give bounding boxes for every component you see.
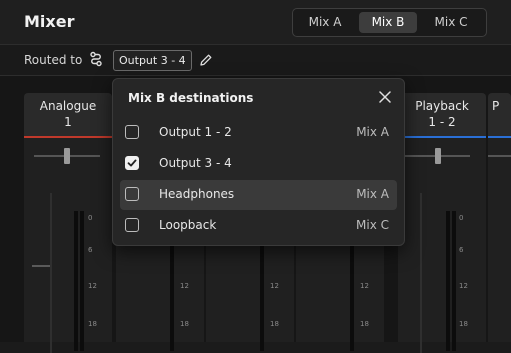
level-meter-right: [80, 211, 84, 351]
dropdown-title: Mix B destinations: [128, 91, 254, 105]
destination-mix-tag: Mix C: [356, 218, 389, 232]
meter-scale-label: 18: [270, 320, 279, 328]
channel-number: 1: [64, 115, 72, 129]
fader-track[interactable]: [420, 193, 422, 353]
channel-strip-analogue-1: Analogue 1 0 6 12 18: [24, 93, 112, 353]
destination-checkbox[interactable]: [125, 218, 139, 232]
channel-header[interactable]: Playback 1 - 2: [398, 93, 486, 136]
header-bar: Mixer Mix A Mix B Mix C: [0, 0, 511, 44]
tab-mix-a[interactable]: Mix A: [296, 12, 354, 33]
fader-handle[interactable]: [32, 265, 50, 267]
channel-name: Playback: [415, 99, 469, 113]
routed-output-chip[interactable]: Output 3 - 4: [113, 50, 192, 71]
destination-label: Headphones: [159, 187, 235, 201]
destination-mix-tag: Mix A: [356, 187, 389, 201]
channel-color-stripe: [488, 136, 511, 138]
channel-color-stripe: [24, 136, 112, 138]
meter-scale-label: 12: [459, 282, 468, 290]
destination-item-output-1-2[interactable]: Output 1 - 2 Mix A: [120, 118, 397, 148]
destination-label: Loopback: [159, 218, 217, 232]
meter-scale-label: 12: [360, 282, 369, 290]
tab-mix-c[interactable]: Mix C: [422, 12, 480, 33]
level-meter-left: [446, 211, 450, 351]
pan-knob[interactable]: [64, 148, 70, 164]
meter-scale-label: 6: [459, 246, 464, 254]
channel-name: P: [492, 99, 500, 113]
routed-to-label: Routed to: [24, 53, 83, 67]
destination-checkbox[interactable]: [125, 156, 139, 170]
destination-label: Output 3 - 4: [159, 156, 232, 170]
channel-header[interactable]: P: [488, 93, 511, 136]
mix-destinations-dropdown: Mix B destinations Output 1 - 2 Mix A Ou…: [112, 78, 405, 246]
channel-header[interactable]: Analogue 1: [24, 93, 112, 136]
route-icon: [90, 51, 102, 67]
destination-item-headphones[interactable]: Headphones Mix A: [120, 180, 397, 210]
pan-knob[interactable]: [435, 148, 441, 164]
meter-scale-label: 18: [180, 320, 189, 328]
close-icon[interactable]: [377, 89, 393, 105]
destination-mix-tag: Mix A: [356, 125, 389, 139]
meter-scale-label: 12: [88, 282, 97, 290]
channel-strip-partial: P: [488, 93, 511, 342]
meter-scale-label: 6: [88, 246, 93, 254]
meter-scale-label: 12: [180, 282, 189, 290]
destination-checkbox[interactable]: [125, 125, 139, 139]
destination-item-output-3-4[interactable]: Output 3 - 4: [120, 149, 397, 179]
pan-track[interactable]: [488, 155, 511, 157]
tab-mix-b[interactable]: Mix B: [359, 12, 417, 33]
meter-scale-label: 18: [88, 320, 97, 328]
mix-tabs: Mix A Mix B Mix C: [292, 8, 487, 37]
destination-checkbox[interactable]: [125, 187, 139, 201]
routing-bar: Routed to Output 3 - 4: [0, 44, 511, 76]
channel-color-stripe: [398, 136, 486, 138]
level-meter-left: [74, 211, 78, 351]
channel-number: 1 - 2: [428, 115, 456, 129]
channel-strip-playback-1-2: Playback 1 - 2 0 6 12 18: [398, 93, 486, 353]
mixer-area: Analogue 1 0 6 12 18 12 18 12 18 12 18 P…: [0, 76, 511, 353]
page-title: Mixer: [24, 12, 75, 31]
channel-name: Analogue: [39, 99, 97, 113]
meter-scale-label: 18: [459, 320, 468, 328]
level-meter-right: [452, 211, 456, 351]
pencil-icon[interactable]: [199, 53, 213, 67]
destination-label: Output 1 - 2: [159, 125, 232, 139]
fader-track[interactable]: [50, 193, 52, 353]
meter-scale-label: 12: [270, 282, 279, 290]
meter-scale-label: 0: [88, 214, 93, 222]
meter-scale-label: 18: [360, 320, 369, 328]
destination-item-loopback[interactable]: Loopback Mix C: [120, 211, 397, 241]
meter-scale-label: 0: [459, 214, 464, 222]
checkmark-icon: [127, 159, 137, 167]
